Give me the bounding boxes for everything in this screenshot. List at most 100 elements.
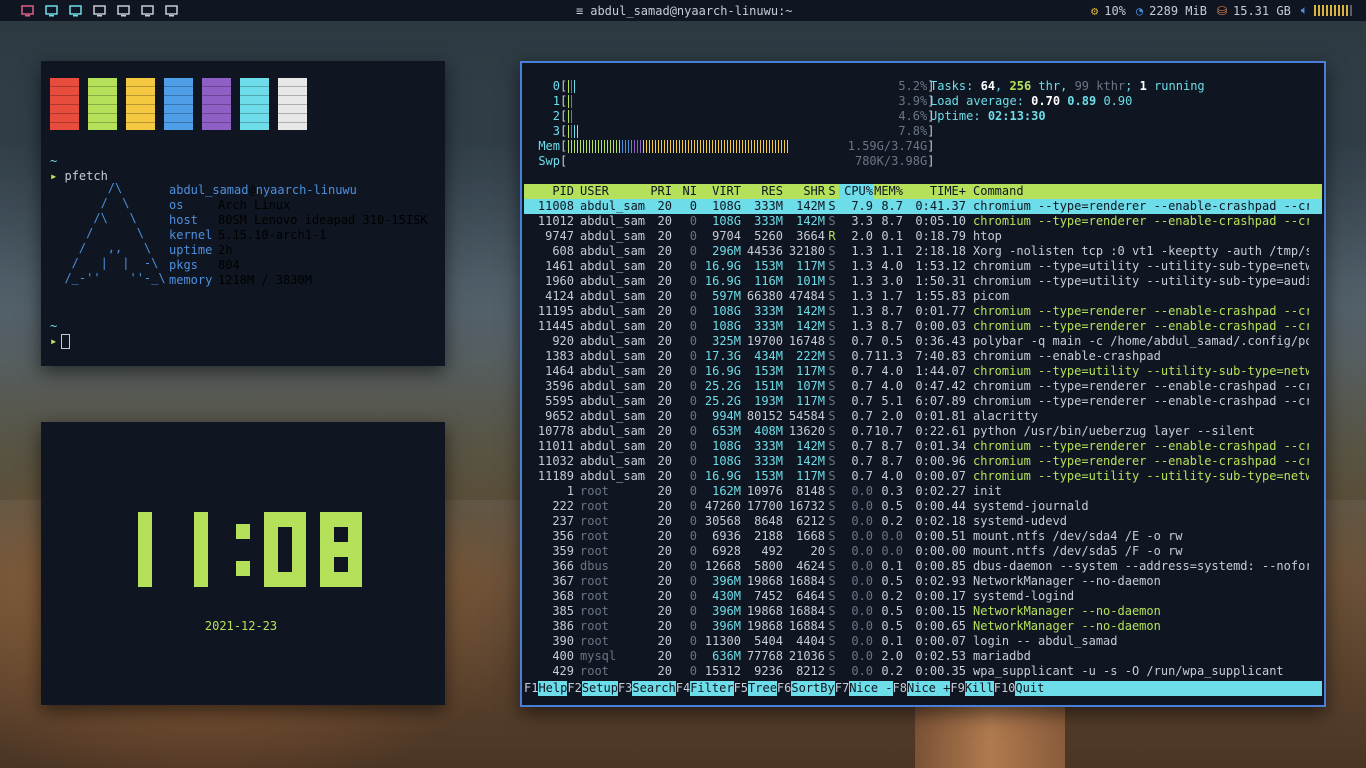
table-row[interactable]: 11195 abdul_sama 20 0 108G 333M 142M S 1.3 8.7 0:0… <box>524 304 1322 319</box>
table-row[interactable]: 11445 abdul_sama 20 0 108G 333M 142M S 1.3 8.7 0:0… <box>524 319 1322 334</box>
cell-cpu: 0.7 <box>851 454 873 468</box>
column-header-virt[interactable]: VIRT <box>697 184 741 199</box>
table-row[interactable]: 11032 abdul_sama 20 0 108G 333M 142M S 0.7 8.7 0:0… <box>524 454 1322 469</box>
fkey-f9[interactable]: F9 Kill <box>950 681 994 696</box>
table-row[interactable]: 11012 abdul_sama 20 0 108G 333M 142M S 3.3 8.7 0:0… <box>524 214 1322 229</box>
workspace-2-icon[interactable] <box>44 4 58 18</box>
column-header-pri[interactable]: PRI <box>646 184 672 199</box>
cell-pid: 9652 <box>545 409 574 423</box>
table-row[interactable]: 9652 abdul_sama 20 0 994M 80152 54584 S 0.7 2.0 0:… <box>524 409 1322 424</box>
table-row[interactable]: 429 root 20 0 15312 9236 8212 S 0.0 0.2 0:00.35 wpa… <box>524 664 1322 679</box>
htop-terminal[interactable]: 0[5.2%] 1[3.9%] 2[4.6%] 3[7.8%] Mem[1.59G/3.… <box>520 61 1326 707</box>
cell-virt: 6936 <box>712 529 741 543</box>
cell-shr: 6212 <box>796 514 825 528</box>
volume-bar[interactable] <box>1314 5 1352 16</box>
table-row[interactable]: 356 root 20 0 6936 2188 1668 S 0.0 0.0 0:00.51 moun… <box>524 529 1322 544</box>
workspace-1-icon[interactable] <box>20 4 34 18</box>
table-row[interactable]: 366 dbus 20 0 12668 5800 4624 S 0.0 0.1 0:00.85 dbu… <box>524 559 1322 574</box>
workspace-6-icon[interactable] <box>140 4 154 18</box>
cell-ni: 0 <box>689 394 697 408</box>
cell-time: 0:00.35 <box>915 664 966 678</box>
table-row[interactable]: 367 root 20 0 396M 19868 16884 S 0.0 0.5 0:02.93 Ne… <box>524 574 1322 589</box>
table-row[interactable]: 11189 abdul_sama 20 0 16.9G 153M 117M S 0.7 4.0 0:… <box>524 469 1322 484</box>
meter-bracket-open: [ <box>560 94 568 108</box>
column-header-s[interactable]: S <box>825 184 839 199</box>
fkey-f7[interactable]: F7 Nice - <box>835 681 893 696</box>
clock-digit <box>320 512 362 587</box>
fkey-f2[interactable]: F2 Setup <box>567 681 618 696</box>
digit-pixel <box>348 512 362 527</box>
column-header-mem[interactable]: MEM% <box>873 184 903 199</box>
table-row[interactable]: 920 abdul_sama 20 0 325M 19700 16748 S 0.7 0.5 0:3… <box>524 334 1322 349</box>
fkey-f5[interactable]: F5 Tree <box>734 681 777 696</box>
fkey-f8[interactable]: F8 Nice + <box>893 681 951 696</box>
fkey-f3[interactable]: F3 Search <box>618 681 676 696</box>
cell-pri: 20 <box>657 499 672 513</box>
cell-shr: 6464 <box>796 589 825 603</box>
table-row[interactable]: 222 root 20 0 47260 17700 16732 S 0.0 0.5 0:00.44 s… <box>524 499 1322 514</box>
fkey-f4[interactable]: F4 Filter <box>676 681 734 696</box>
cpu-module: ⚙ 10% <box>1091 4 1126 18</box>
workspace-4-icon[interactable] <box>92 4 106 18</box>
table-row[interactable]: 4124 abdul_sama 20 0 597M 66380 47484 S 1.3 1.7 1:… <box>524 289 1322 304</box>
table-row[interactable]: 359 root 20 0 6928 492 20 S 0.0 0.0 0:00.00 mount.n… <box>524 544 1322 559</box>
table-row[interactable]: 10778 abdul_sama 20 0 653M 408M 13620 S 0.7 10.7 0… <box>524 424 1322 439</box>
cell-res: 5800 <box>754 559 783 573</box>
cell-cpu: 0.7 <box>851 409 873 423</box>
table-row[interactable]: 237 root 20 0 30568 8648 6212 S 0.0 0.2 0:02.18 sys… <box>524 514 1322 529</box>
table-row[interactable]: 608 abdul_sama 20 0 296M 44536 32180 S 1.3 1.1 2:1… <box>524 244 1322 259</box>
workspace-3-icon[interactable] <box>68 4 82 18</box>
table-row[interactable]: 1960 abdul_sama 20 0 16.9G 116M 101M S 1.3 3.0 1:5… <box>524 274 1322 289</box>
cell-command: systemd-udevd <box>973 514 1067 528</box>
prompt-input[interactable]: ▸ <box>50 334 71 349</box>
cell-time: 0:02.93 <box>915 574 966 588</box>
cell-pri: 20 <box>657 409 672 423</box>
fkey-f10[interactable]: F10 Quit <box>994 681 1045 696</box>
pfetch-terminal[interactable]: ~ ▸ pfetch /\ / \ /\ \ / \ / ,, \ / | | … <box>41 61 445 366</box>
column-header-shr[interactable]: SHR <box>783 184 825 199</box>
table-row[interactable]: 368 root 20 0 430M 7452 6464 S 0.0 0.2 0:00.17 syst… <box>524 589 1322 604</box>
table-row[interactable]: 9747 abdul_sama 20 0 9704 5260 3664 R 2.0 0.1 0:18… <box>524 229 1322 244</box>
column-header-time[interactable]: TIME+ <box>903 184 966 199</box>
column-header-ni[interactable]: NI <box>672 184 697 199</box>
cell-shr: 3664 <box>796 229 825 243</box>
meter-tick <box>786 140 790 153</box>
table-row[interactable]: 11008 abdul_sama 20 0 108G 333M 142M S 7.9 8.7 0:4… <box>524 199 1322 214</box>
volume-module[interactable]: 🔈︎ <box>1301 3 1352 18</box>
cell-time: 0:00.00 <box>915 544 966 558</box>
table-row[interactable]: 1464 abdul_sama 20 0 16.9G 153M 117M S 0.7 4.0 1:4… <box>524 364 1322 379</box>
cpu-mem-meters: 0[5.2%] 1[3.9%] 2[4.6%] 3[7.8%] Mem[1.59G/3.… <box>534 79 934 169</box>
column-header-cpu[interactable]: CPU% <box>839 184 873 199</box>
cell-command: chromium --type=utility --utility-sub-ty… <box>973 469 1309 483</box>
cell-s: S <box>828 439 836 453</box>
column-header-res[interactable]: RES <box>741 184 783 199</box>
workspace-7-icon[interactable] <box>164 4 178 18</box>
table-row[interactable]: 390 root 20 0 11300 5404 4404 S 0.0 0.1 0:00.07 log… <box>524 634 1322 649</box>
fkey-f1[interactable]: F1 Help <box>524 681 568 696</box>
cell-user: mysql <box>580 649 617 663</box>
digit-pixel <box>194 527 208 542</box>
process-table-header[interactable]: PID USER PRI NI VIRT RES SHR S CPU% MEM% TIME+ Comm… <box>524 184 1322 199</box>
column-header-pid[interactable]: PID <box>524 184 574 199</box>
column-header-command[interactable]: Command <box>973 184 1309 199</box>
cell-pid: 237 <box>552 514 574 528</box>
memory-value: 2289 MiB <box>1149 3 1207 18</box>
table-row[interactable]: 1383 abdul_sama 20 0 17.3G 434M 222M S 0.7 11.3 7:… <box>524 349 1322 364</box>
fkey-f6[interactable]: F6 SortBy <box>777 681 835 696</box>
table-row[interactable]: 5595 abdul_sama 20 0 25.2G 193M 117M S 0.7 5.1 6:0… <box>524 394 1322 409</box>
table-row[interactable]: 3596 abdul_sama 20 0 25.2G 151M 107M S 0.7 4.0 0:4… <box>524 379 1322 394</box>
prompt-arrow-icon: ▸ <box>50 334 58 348</box>
cell-mem: 0.0 <box>881 544 903 558</box>
table-row[interactable]: 385 root 20 0 396M 19868 16884 S 0.0 0.5 0:00.15 Ne… <box>524 604 1322 619</box>
workspace-5-icon[interactable] <box>116 4 130 18</box>
table-row[interactable]: 1 root 20 0 162M 10976 8148 S 0.0 0.3 0:02.27 init <box>524 484 1322 499</box>
table-row[interactable]: 11011 abdul_sama 20 0 108G 333M 142M S 0.7 8.7 0:0… <box>524 439 1322 454</box>
cell-shr: 21036 <box>788 649 825 663</box>
cell-user: abdul_sama <box>580 379 646 393</box>
column-header-user[interactable]: USER <box>580 184 646 199</box>
table-row[interactable]: 400 mysql 20 0 636M 77768 21036 S 0.0 2.0 0:02.53 m… <box>524 649 1322 664</box>
table-row[interactable]: 386 root 20 0 396M 19868 16884 S 0.0 0.5 0:00.65 Ne… <box>524 619 1322 634</box>
digit-pixel <box>334 512 348 527</box>
cell-cpu: 0.7 <box>851 379 873 393</box>
table-row[interactable]: 1461 abdul_sama 20 0 16.9G 153M 117M S 1.3 4.0 1:5… <box>524 259 1322 274</box>
